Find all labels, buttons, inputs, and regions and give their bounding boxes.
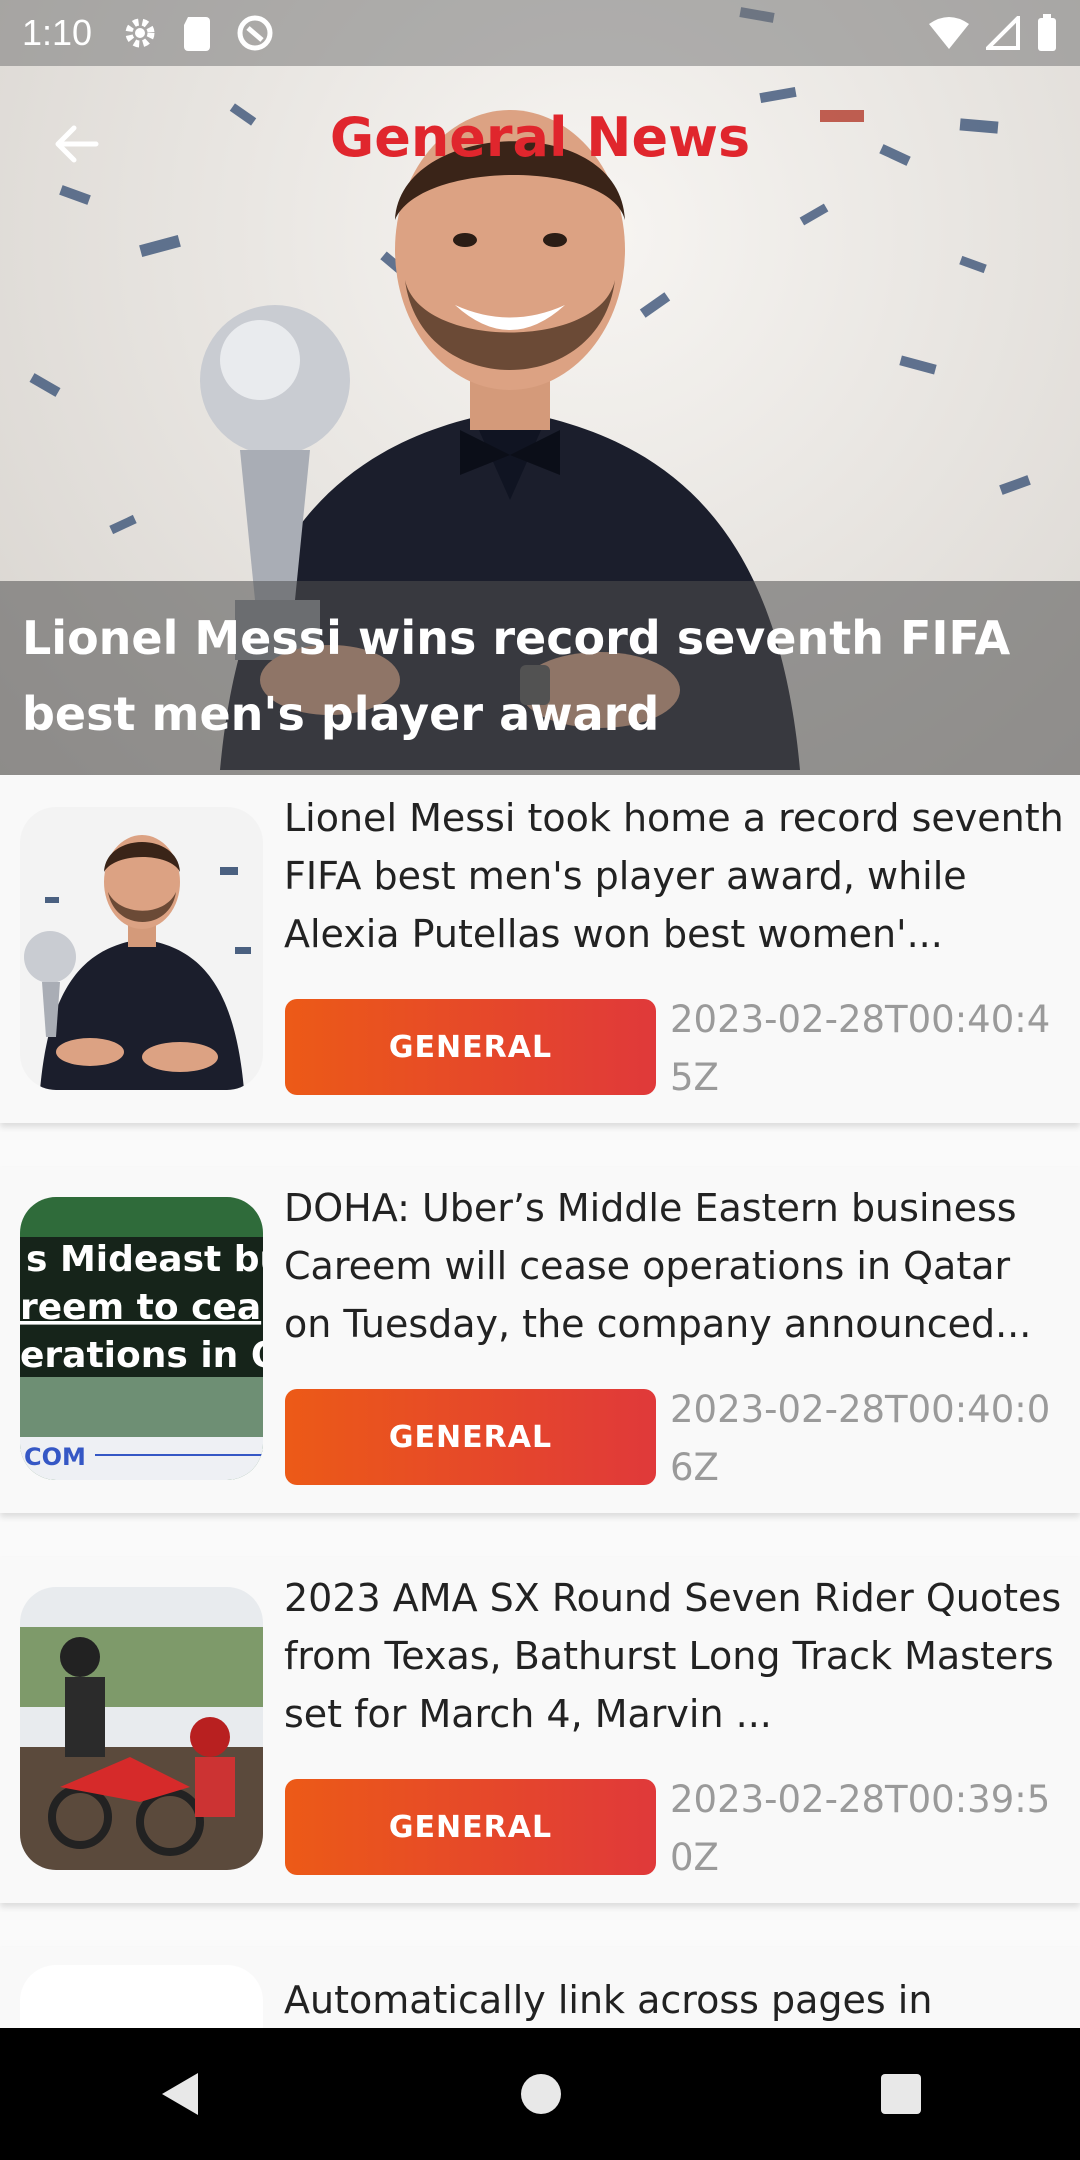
thumb-text-line-1: s Mideast bu bbox=[26, 1239, 263, 1280]
category-button[interactable]: GENERAL bbox=[285, 1389, 656, 1485]
home-nav-icon[interactable] bbox=[519, 2072, 563, 2116]
battery-icon bbox=[1038, 14, 1056, 51]
motocross-thumbnail bbox=[20, 1587, 263, 1870]
article-summary[interactable]: DOHA: Uber’s Middle Eastern business Car… bbox=[284, 1179, 1064, 1353]
category-button[interactable]: GENERAL bbox=[285, 999, 656, 1095]
settings-icon bbox=[125, 18, 155, 48]
logo-thumbnail bbox=[20, 1965, 263, 2028]
article-date: 2023-02-28T00:39:50Z bbox=[670, 1778, 1051, 1879]
article-date: 2023-02-28T00:40:06Z bbox=[670, 1388, 1051, 1489]
article-card[interactable]: s Mideast bu reem to cea erations in Qa … bbox=[0, 1167, 1080, 1513]
wifi-icon bbox=[929, 17, 969, 49]
navigation-bar bbox=[0, 2028, 1080, 2160]
article-card[interactable]: Lionel Messi took home a record seventh … bbox=[0, 777, 1080, 1123]
sd-card-icon bbox=[184, 17, 211, 51]
hero-banner[interactable]: General News Lionel Messi wins record se… bbox=[0, 0, 1080, 775]
careem-thumbnail: s Mideast bu reem to cea erations in Qa … bbox=[20, 1197, 263, 1480]
article-summary[interactable]: Automatically link across pages in bbox=[284, 1971, 1064, 2028]
back-nav-icon[interactable] bbox=[158, 2069, 202, 2119]
thumb-text-line-2: reem to cea bbox=[20, 1287, 261, 1328]
thumb-text-line-4: COM bbox=[24, 1443, 86, 1471]
recents-nav-icon[interactable] bbox=[880, 2073, 922, 2115]
article-card[interactable]: 2023 AMA SX Round Seven Rider Quotes fro… bbox=[0, 1557, 1080, 1903]
article-summary[interactable]: 2023 AMA SX Round Seven Rider Quotes fro… bbox=[284, 1569, 1064, 1743]
status-time: 1:10 bbox=[22, 12, 93, 53]
messi-thumbnail bbox=[20, 807, 263, 1090]
article-date: 2023-02-28T00:40:45Z bbox=[670, 998, 1051, 1099]
status-bar: 1:10 bbox=[0, 0, 1080, 66]
thumb-text-line-3: erations in Qa bbox=[20, 1335, 263, 1376]
hero-headline[interactable]: Lionel Messi wins record seventh FIFA be… bbox=[22, 600, 1062, 752]
article-summary[interactable]: Lionel Messi took home a record seventh … bbox=[284, 789, 1064, 963]
cell-signal-icon bbox=[986, 16, 1020, 50]
category-button[interactable]: GENERAL bbox=[285, 1779, 656, 1875]
data-saver-icon bbox=[237, 15, 273, 51]
page-title: General News bbox=[329, 106, 751, 169]
article-card[interactable]: Automatically link across pages in bbox=[0, 1947, 1080, 2028]
